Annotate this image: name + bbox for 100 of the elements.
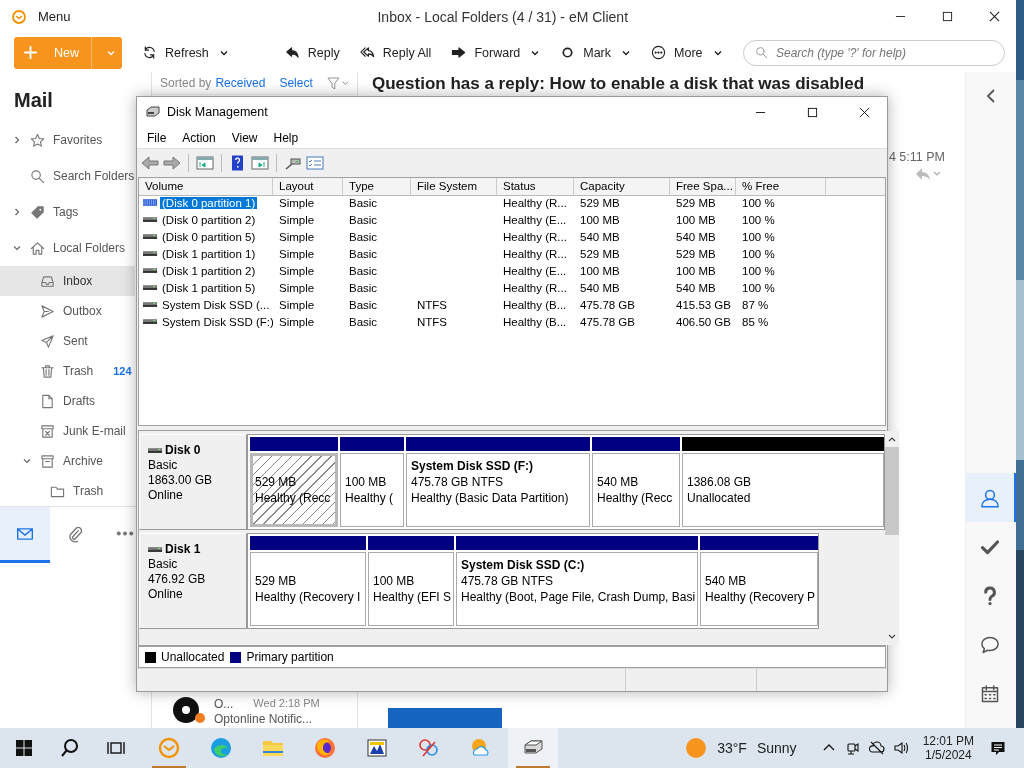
maximize-icon[interactable] <box>807 106 818 118</box>
select-link[interactable]: Select <box>279 76 313 90</box>
folder-item[interactable]: Junk E-mail <box>0 416 135 446</box>
folder-item[interactable]: Tags <box>0 194 135 230</box>
folder-item[interactable]: Local Folders <box>0 230 135 266</box>
nav-tab[interactable] <box>0 507 50 563</box>
more-button[interactable]: More <box>651 45 723 60</box>
column-header[interactable]: Status <box>497 177 574 196</box>
reply-all-button[interactable]: Reply All <box>359 45 432 60</box>
sort-field-link[interactable]: Received <box>215 76 266 90</box>
no-network-icon[interactable] <box>868 740 885 756</box>
scrollbar[interactable] <box>885 431 899 646</box>
chevron-icon[interactable] <box>22 456 32 466</box>
volume-cell[interactable]: (Disk 1 partition 5) <box>160 282 258 295</box>
menu-item[interactable]: Help <box>265 130 307 145</box>
table-cell: Simple <box>279 299 315 312</box>
taskbar-app[interactable] <box>508 728 558 768</box>
column-header[interactable]: Volume <box>139 177 273 196</box>
search-field[interactable]: Search (type '?' for help) <box>743 39 1005 66</box>
column-header[interactable]: Free Spa... <box>670 177 736 196</box>
start-icon[interactable] <box>14 738 34 758</box>
folder-item[interactable]: Inbox <box>0 266 135 296</box>
menu-button[interactable]: Menu <box>38 9 71 24</box>
volume-cell[interactable]: (Disk 1 partition 1) <box>160 248 258 261</box>
partition-block[interactable]: 100 MB Healthy ( <box>340 453 404 528</box>
volume-cell[interactable]: (Disk 0 partition 5) <box>160 231 258 244</box>
partition-detail: 475.78 GB NTFS <box>411 474 505 491</box>
close-icon[interactable] <box>989 11 1000 22</box>
close-icon[interactable] <box>859 106 870 118</box>
chevron-icon[interactable] <box>12 243 22 253</box>
disk-name: Disk 1 <box>165 542 201 558</box>
folder-item[interactable]: Drafts <box>0 386 135 416</box>
camera-icon[interactable] <box>844 740 861 756</box>
more-dots-icon <box>116 531 134 536</box>
table-cell: Healthy (E... <box>503 214 567 227</box>
clock-time[interactable]: 12:01 PM <box>922 734 974 748</box>
message-item[interactable]: O... Wed 2:18 PM Optonline Notific... <box>152 694 357 728</box>
disk-info-panel[interactable]: Disk 0 Basic 1863.00 GB Online <box>139 434 247 531</box>
table-cell: Simple <box>279 282 315 295</box>
partition-block[interactable]: 100 MB Healthy (EFI S <box>368 552 454 627</box>
folder-item[interactable]: Trash <box>0 476 135 506</box>
filter-icon[interactable] <box>327 76 349 90</box>
folder-item[interactable]: Favorites <box>0 122 135 158</box>
column-header[interactable]: Type <box>343 177 411 196</box>
column-header[interactable]: File System <box>411 177 497 196</box>
partition-block[interactable]: 529 MB Healthy (Recc <box>250 453 338 528</box>
forward-arrow-icon[interactable] <box>163 154 181 171</box>
chevron-icon[interactable] <box>12 135 22 145</box>
folder-item[interactable]: Outbox <box>0 296 135 326</box>
volume-cell[interactable]: System Disk SSD (F:) <box>160 316 276 329</box>
column-header[interactable]: Layout <box>273 177 343 196</box>
message-preview: Optonline Notific... <box>214 711 314 726</box>
drive-icon <box>143 198 158 209</box>
folder-item[interactable]: Search Folders <box>0 158 135 194</box>
volume-icon[interactable] <box>892 740 909 756</box>
scroll-thumb[interactable] <box>885 447 899 536</box>
volume-cell[interactable]: System Disk SSD (... <box>160 299 272 312</box>
partition-block[interactable]: System Disk SSD (C:) 475.78 GB NTFS Healthy (Boot, Page File, Crash Dump, Basi <box>456 552 698 627</box>
folder-item[interactable]: Archive <box>0 446 135 476</box>
weather-temperature[interactable]: 33°F <box>717 740 747 756</box>
collapse-icon[interactable] <box>986 88 996 104</box>
folder-item[interactable]: Trash 124 <box>0 356 135 386</box>
weather-condition[interactable]: Sunny <box>756 740 797 756</box>
volume-cell[interactable]: (Disk 1 partition 2) <box>160 265 258 278</box>
column-header[interactable]: % Free <box>736 177 826 196</box>
table-cell: Basic <box>349 299 378 312</box>
back-arrow-icon[interactable] <box>141 154 159 171</box>
sender-name: O... <box>214 696 234 711</box>
partition-block[interactable]: 540 MB Healthy (Recc <box>592 453 680 528</box>
forward-button[interactable]: Forward <box>451 45 541 60</box>
maximize-icon[interactable] <box>942 11 953 22</box>
column-header[interactable]: Capacity <box>574 177 670 196</box>
table-cell: Basic <box>349 197 378 210</box>
partition-detail: 529 MB <box>255 474 298 491</box>
disk-info-panel[interactable]: Disk 1 Basic 476.92 GB Online <box>139 533 247 630</box>
scroll-up-icon[interactable] <box>887 435 897 444</box>
volume-cell[interactable]: (Disk 0 partition 1) <box>160 197 258 210</box>
search-icon[interactable] <box>60 738 80 758</box>
table-cell: Healthy (B... <box>503 316 567 329</box>
menu-item[interactable]: File <box>139 130 175 145</box>
chevron-icon[interactable] <box>12 207 22 217</box>
folder-item[interactable]: Sent <box>0 326 135 356</box>
refresh-button[interactable]: Refresh <box>142 45 229 60</box>
console-tree-icon[interactable] <box>196 154 214 171</box>
partition-block[interactable]: 529 MB Healthy (Recovery I <box>250 552 366 627</box>
menu-item[interactable]: Action <box>174 130 224 145</box>
partition-detail: 529 MB <box>255 573 298 590</box>
partition-block[interactable]: System Disk SSD (F:) 475.78 GB NTFS Healthy (Basic Data Partition) <box>406 453 590 528</box>
properties-icon[interactable] <box>306 154 324 171</box>
menu-item[interactable]: View <box>223 130 266 145</box>
partition-block[interactable]: 1386.08 GB Unallocated <box>682 453 884 528</box>
volume-cell[interactable]: (Disk 0 partition 2) <box>160 214 258 227</box>
notification-icon[interactable] <box>990 740 1006 756</box>
clock-date[interactable]: 1/5/2024 <box>924 748 972 762</box>
disk-size: 476.92 GB <box>148 572 207 588</box>
trash-can-icon <box>40 363 55 379</box>
rail-tab[interactable] <box>965 473 1017 522</box>
mark-button[interactable]: Mark <box>560 45 632 60</box>
reply-button[interactable]: Reply <box>284 45 340 60</box>
partition-block[interactable]: 540 MB Healthy (Recovery P <box>700 552 818 627</box>
